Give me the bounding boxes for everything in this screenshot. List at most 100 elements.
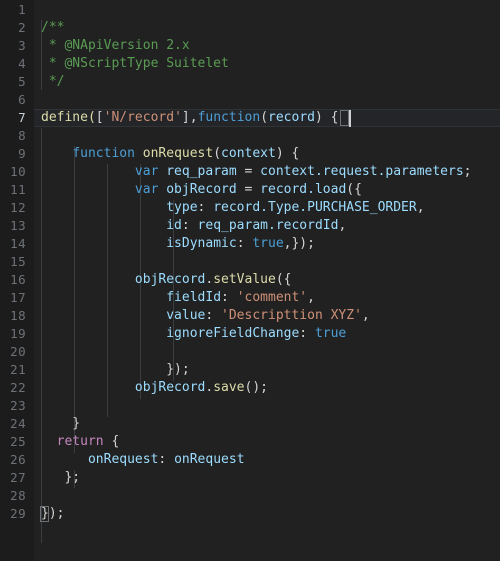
property-key-token: value: [166, 308, 206, 323]
bracket-token: [: [95, 110, 104, 125]
bracket-match-open: [340, 110, 349, 126]
code-line[interactable]: type: record.Type.PURCHASE_ORDER,: [41, 199, 425, 217]
line-tail: {: [103, 434, 120, 449]
parameter-token: record: [268, 110, 315, 125]
line-tail: );: [48, 506, 65, 521]
variable-name-token: req_param: [158, 164, 237, 179]
line-number: 6: [18, 92, 26, 107]
line-number: 15: [10, 254, 26, 269]
code-line-active[interactable]: define(['N/record'],function(record) {: [41, 109, 338, 127]
comma-token: ,: [416, 200, 425, 215]
code-line[interactable]: });: [41, 361, 190, 379]
line-number: 2: [18, 20, 26, 35]
code-line[interactable]: var req_param = context.request.paramete…: [41, 163, 472, 181]
line-number: 5: [18, 74, 26, 89]
code-line[interactable]: function onRequest(context) {: [41, 145, 299, 163]
line-number: 16: [10, 272, 26, 287]
line-number: 4: [18, 56, 26, 71]
code-line[interactable]: * @NApiVersion 2.x: [41, 37, 190, 55]
comment-token: * @NApiVersion 2.x: [41, 38, 190, 53]
line-number-gutter: 1 2 3 4 5 6 7 8 9 10 11 12 13 14 15 16 1…: [0, 0, 34, 561]
boolean-literal-token: true: [314, 326, 347, 341]
comma-token: ,: [307, 290, 315, 305]
line-tail: ({: [275, 272, 292, 287]
line-number: 26: [10, 452, 26, 467]
line-number: 23: [10, 398, 26, 413]
code-line[interactable]: isDynamic: true,});: [41, 235, 315, 253]
function-name-token: onRequest: [142, 146, 214, 161]
line-number: 25: [10, 434, 26, 449]
line-number: 19: [10, 326, 26, 341]
line-number: 24: [10, 416, 26, 431]
property-key-token: onRequest: [87, 452, 159, 467]
line-number: 21: [10, 362, 26, 377]
operator-token: =: [236, 182, 261, 197]
code-line[interactable]: fieldId: 'comment',: [41, 289, 315, 307]
colon-token: :: [299, 326, 315, 341]
paren-token: ): [314, 110, 331, 125]
colon-token: :: [205, 308, 222, 323]
close-tokens: });: [41, 362, 190, 377]
bracket-token: ],: [181, 110, 198, 125]
expression-token: context.request.parameters: [260, 164, 464, 179]
variable-name-token: objRecord: [158, 182, 237, 197]
code-line[interactable]: /**: [41, 19, 64, 37]
property-value-token: record.Type.PURCHASE_ORDER: [213, 200, 417, 215]
line-number-active: 7: [18, 110, 26, 125]
property-key-token: isDynamic: [166, 236, 237, 251]
comma-token: ,: [361, 308, 370, 323]
code-line[interactable]: * @NScriptType Suitelet: [41, 55, 229, 73]
code-line[interactable]: onRequest: onRequest: [41, 451, 245, 469]
line-tail: ({: [346, 182, 362, 197]
method-name-token: setValue: [213, 272, 276, 287]
function-keyword-token: function: [197, 110, 261, 125]
line-number: 1: [18, 2, 26, 17]
semicolon-token: ;: [463, 164, 472, 179]
code-line[interactable]: */: [41, 73, 65, 91]
line-number: 10: [10, 164, 26, 179]
var-keyword-token: var: [134, 182, 159, 197]
line-tail: ) {: [275, 146, 300, 161]
code-line[interactable]: return {: [41, 433, 120, 451]
text-caret: [349, 110, 351, 127]
property-value-token: onRequest: [174, 452, 245, 467]
boolean-literal-token: true: [252, 236, 284, 251]
code-line[interactable]: objRecord.setValue({: [41, 271, 292, 289]
line-number: 13: [10, 218, 26, 233]
object-token: objRecord: [134, 272, 206, 287]
line-number: 18: [10, 308, 26, 323]
code-line[interactable]: };: [41, 469, 80, 487]
line-number: 11: [10, 182, 26, 197]
line-tail: ,});: [283, 236, 315, 251]
parameter-token: context: [221, 146, 276, 161]
var-keyword-token: var: [134, 164, 159, 179]
expression-token: record.load: [260, 182, 347, 197]
code-line[interactable]: }: [41, 415, 80, 433]
bracket-match-close: [40, 506, 49, 522]
code-line[interactable]: value: 'Descripttion XYZ',: [41, 307, 370, 325]
line-number: 20: [10, 344, 26, 359]
code-line[interactable]: id: req_param.recordId,: [41, 217, 346, 235]
code-line[interactable]: objRecord.save();: [41, 379, 268, 397]
string-literal-token: 'comment': [236, 290, 308, 305]
code-line[interactable]: var objRecord = record.load({: [41, 181, 362, 199]
comment-token: * @NScriptType Suitelet: [41, 56, 229, 71]
method-name-token: save: [213, 380, 245, 395]
code-line[interactable]: ignoreFieldChange: true: [41, 325, 346, 343]
line-number: 8: [18, 128, 26, 143]
close-brace-token: }: [41, 416, 81, 431]
code-editor[interactable]: 1 2 3 4 5 6 7 8 9 10 11 12 13 14 15 16 1…: [0, 0, 500, 561]
property-key-token: ignoreFieldChange: [166, 326, 300, 341]
property-key-token: id: [166, 218, 182, 233]
